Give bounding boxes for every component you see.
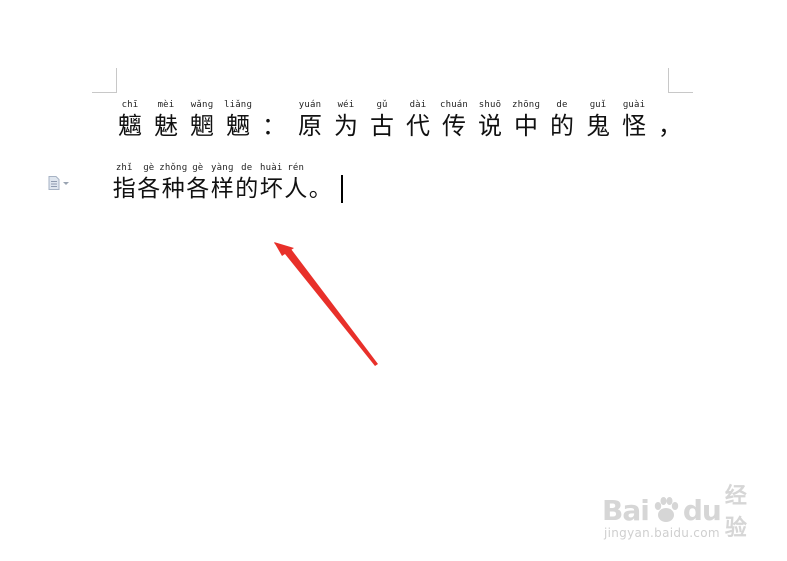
- pinyin-annotation: liǎnɡ: [223, 100, 253, 110]
- pinyin-annotation: ɡuǐ: [589, 100, 607, 110]
- chinese-character[interactable]: 魅: [154, 111, 178, 141]
- line1-char-cell[interactable]: ，: [652, 100, 688, 141]
- pinyin-annotation: mèi: [157, 100, 175, 110]
- text-cursor: [340, 175, 343, 203]
- chinese-character[interactable]: ：: [262, 111, 286, 141]
- line1-char-cell[interactable]: de 的: [544, 100, 580, 141]
- watermark: Bai du 经验 jingyan.baidu.com: [602, 478, 752, 548]
- pinyin-annotation: dài: [409, 100, 427, 110]
- line1-char-cell[interactable]: dài 代: [400, 100, 436, 141]
- chinese-character[interactable]: 为: [334, 111, 358, 141]
- pinyin-annotation: yuán: [298, 100, 322, 110]
- line2-char-cell[interactable]: ɡè 各: [137, 163, 162, 204]
- chinese-character[interactable]: 人: [284, 174, 307, 204]
- watermark-brand-left: Bai: [602, 493, 650, 527]
- chinese-character[interactable]: 各: [137, 174, 160, 204]
- chinese-character[interactable]: 魍: [190, 111, 214, 141]
- text-line-1[interactable]: chī 魑 mèi 魅 wǎnɡ 魍 liǎnɡ 魉： yuán 原 wéi 为 ɡǔ 古 dài 代 chuá…: [112, 100, 688, 141]
- chinese-character[interactable]: 魑: [118, 111, 142, 141]
- chinese-character[interactable]: 魉: [226, 111, 250, 141]
- pinyin-annotation: zhōnɡ: [511, 100, 541, 110]
- line1-char-cell[interactable]: wéi 为: [328, 100, 364, 141]
- pinyin-annotation: huài: [260, 163, 283, 173]
- chinese-character[interactable]: 指: [113, 174, 136, 204]
- line2-char-cell[interactable]: huài 坏: [259, 163, 284, 204]
- line1-char-cell[interactable]: wǎnɡ 魍: [184, 100, 220, 141]
- top-left-margin-mark: [92, 68, 117, 93]
- line2-char-cell[interactable]: zhǒnɡ 种: [159, 163, 188, 204]
- line1-char-cell[interactable]: ɡuài 怪: [616, 100, 652, 141]
- line2-char-cell[interactable]: yànɡ 样: [210, 163, 235, 204]
- line1-char-cell[interactable]: shuō 说: [472, 100, 508, 141]
- pinyin-annotation: zhǒnɡ: [159, 163, 188, 173]
- pinyin-annotation: ɡè: [143, 163, 155, 173]
- line2-char-cell[interactable]: de 的: [235, 163, 260, 204]
- chinese-character[interactable]: 中: [514, 111, 538, 141]
- chinese-character[interactable]: 代: [406, 111, 430, 141]
- pinyin-annotation: zhǐ: [115, 163, 133, 173]
- pinyin-annotation: ɡè: [192, 163, 204, 173]
- document-icon: [48, 176, 60, 190]
- pinyin-annotation: shuō: [478, 100, 502, 110]
- line1-char-cell[interactable]: chuán 传: [436, 100, 472, 141]
- pinyin-annotation: de: [241, 163, 253, 173]
- chinese-character[interactable]: 。: [309, 174, 332, 204]
- pinyin-annotation: chuán: [439, 100, 469, 110]
- chevron-down-icon: [63, 181, 69, 185]
- pinyin-annotation: de: [556, 100, 568, 110]
- watermark-url: jingyan.baidu.com: [604, 526, 720, 540]
- line2-char-cell[interactable]: zhǐ 指: [112, 163, 137, 204]
- pinyin-annotation: ɡuài: [622, 100, 646, 110]
- chinese-character[interactable]: 种: [162, 174, 185, 204]
- chinese-character[interactable]: 古: [370, 111, 394, 141]
- line2-char-cell[interactable]: rén 人: [284, 163, 309, 204]
- chinese-character[interactable]: 传: [442, 111, 466, 141]
- chinese-character[interactable]: 坏: [260, 174, 283, 204]
- watermark-brand-cn: 经验: [724, 484, 747, 541]
- line1-char-cell[interactable]: ɡǔ 古: [364, 100, 400, 141]
- text-line-2[interactable]: zhǐ 指 ɡè 各 zhǒnɡ 种 ɡè 各 yànɡ 样 de 的 huài 坏 rén 人。: [112, 163, 343, 204]
- pinyin-annotation: yànɡ: [211, 163, 234, 173]
- line1-char-cell[interactable]: mèi 魅: [148, 100, 184, 141]
- chinese-character[interactable]: 样: [211, 174, 234, 204]
- line1-char-cell[interactable]: ɡuǐ 鬼: [580, 100, 616, 141]
- paragraph-handle[interactable]: [48, 176, 69, 190]
- chinese-character[interactable]: 怪: [622, 111, 646, 141]
- pinyin-annotation: wǎnɡ: [190, 100, 214, 110]
- chinese-character[interactable]: ，: [658, 111, 682, 141]
- chinese-character[interactable]: 的: [550, 111, 574, 141]
- pinyin-annotation: wéi: [337, 100, 355, 110]
- pinyin-annotation: ɡǔ: [376, 100, 388, 110]
- pinyin-annotation: rén: [287, 163, 305, 173]
- chinese-character[interactable]: 的: [235, 174, 258, 204]
- chinese-character[interactable]: 原: [298, 111, 322, 141]
- document-page[interactable]: chī 魑 mèi 魅 wǎnɡ 魍 liǎnɡ 魉： yuán 原 wéi 为 ɡǔ 古 dài 代 chuá…: [0, 0, 787, 561]
- chinese-character[interactable]: 各: [186, 174, 209, 204]
- line2-char-cell[interactable]: ɡè 各: [186, 163, 211, 204]
- watermark-brand-right: du: [682, 493, 722, 527]
- line1-char-cell[interactable]: yuán 原: [292, 100, 328, 141]
- line1-char-cell[interactable]: liǎnɡ 魉: [220, 100, 256, 141]
- line1-char-cell[interactable]: chī 魑: [112, 100, 148, 141]
- top-right-margin-mark: [668, 68, 693, 93]
- line2-char-cell[interactable]: 。: [308, 163, 333, 204]
- line1-char-cell[interactable]: ：: [256, 100, 292, 141]
- line1-char-cell[interactable]: zhōnɡ 中: [508, 100, 544, 141]
- chinese-character[interactable]: 鬼: [586, 111, 610, 141]
- chinese-character[interactable]: 说: [478, 111, 502, 141]
- baidu-paw-icon: [650, 495, 682, 525]
- pinyin-annotation: chī: [121, 100, 139, 110]
